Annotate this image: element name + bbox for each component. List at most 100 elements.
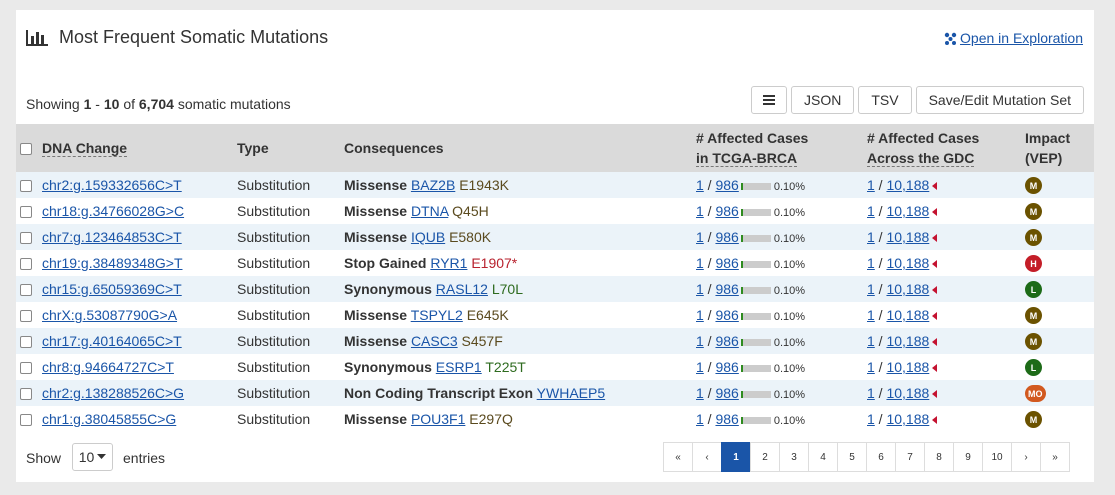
total-cases-link[interactable]: 986 — [715, 333, 738, 349]
gene-link[interactable]: TSPYL2 — [411, 307, 463, 323]
dna-change-link[interactable]: chr1:g.38045855C>G — [42, 411, 176, 427]
first-page-button[interactable]: « — [663, 442, 693, 472]
next-page-button[interactable]: › — [1011, 442, 1041, 472]
gdc-cases-link[interactable]: 1 — [867, 307, 875, 323]
column-dna-change[interactable]: DNA Change — [42, 140, 128, 157]
total-cases-link[interactable]: 986 — [715, 281, 738, 297]
row-checkbox[interactable] — [20, 414, 32, 427]
expand-triangle-icon[interactable] — [932, 208, 938, 217]
gdc-total-link[interactable]: 10,188 — [886, 333, 929, 349]
page-8-button[interactable]: 8 — [924, 442, 954, 472]
total-cases-link[interactable]: 986 — [715, 203, 738, 219]
gdc-total-link[interactable]: 10,188 — [886, 385, 929, 401]
affected-cases-link[interactable]: 1 — [696, 255, 704, 271]
affected-cases-link[interactable]: 1 — [696, 307, 704, 323]
page-4-button[interactable]: 4 — [808, 442, 838, 472]
expand-triangle-icon[interactable] — [932, 286, 938, 295]
expand-triangle-icon[interactable] — [932, 338, 938, 347]
gene-link[interactable]: IQUB — [411, 229, 445, 245]
gdc-total-link[interactable]: 10,188 — [886, 359, 929, 375]
dna-change-link[interactable]: chr2:g.138288526C>G — [42, 385, 184, 401]
total-cases-link[interactable]: 986 — [715, 359, 738, 375]
gdc-cases-link[interactable]: 1 — [867, 359, 875, 375]
row-checkbox[interactable] — [20, 310, 32, 323]
total-cases-link[interactable]: 986 — [715, 411, 738, 427]
page-9-button[interactable]: 9 — [953, 442, 983, 472]
affected-cases-link[interactable]: 1 — [696, 333, 704, 349]
total-cases-link[interactable]: 986 — [715, 307, 738, 323]
column-menu-button[interactable] — [751, 86, 787, 114]
gene-link[interactable]: POU3F1 — [411, 411, 465, 427]
expand-triangle-icon[interactable] — [932, 390, 938, 399]
page-7-button[interactable]: 7 — [895, 442, 925, 472]
dna-change-link[interactable]: chr8:g.94664727C>T — [42, 359, 174, 375]
tsv-button[interactable]: TSV — [858, 86, 912, 114]
page-5-button[interactable]: 5 — [837, 442, 867, 472]
total-cases-link[interactable]: 986 — [715, 255, 738, 271]
gdc-total-link[interactable]: 10,188 — [886, 255, 929, 271]
gdc-total-link[interactable]: 10,188 — [886, 281, 929, 297]
dna-change-link[interactable]: chrX:g.53087790G>A — [42, 307, 177, 323]
affected-cases-link[interactable]: 1 — [696, 229, 704, 245]
select-all-checkbox[interactable] — [20, 143, 32, 156]
page-10-button[interactable]: 10 — [982, 442, 1012, 472]
expand-triangle-icon[interactable] — [932, 364, 938, 373]
affected-cases-link[interactable]: 1 — [696, 411, 704, 427]
page-2-button[interactable]: 2 — [750, 442, 780, 472]
affected-cases-link[interactable]: 1 — [696, 203, 704, 219]
affected-cases-link[interactable]: 1 — [696, 359, 704, 375]
gdc-cases-link[interactable]: 1 — [867, 203, 875, 219]
expand-triangle-icon[interactable] — [932, 182, 938, 191]
gene-link[interactable]: RYR1 — [430, 255, 467, 271]
last-page-button[interactable]: » — [1040, 442, 1070, 472]
gene-link[interactable]: CASC3 — [411, 333, 458, 349]
gdc-cases-link[interactable]: 1 — [867, 333, 875, 349]
gdc-total-link[interactable]: 10,188 — [886, 307, 929, 323]
affected-cases-link[interactable]: 1 — [696, 385, 704, 401]
gene-link[interactable]: DTNA — [411, 203, 448, 219]
row-checkbox[interactable] — [20, 232, 32, 245]
gene-link[interactable]: RASL12 — [436, 281, 488, 297]
total-cases-link[interactable]: 986 — [715, 229, 738, 245]
row-checkbox[interactable] — [20, 336, 32, 349]
gdc-total-link[interactable]: 10,188 — [886, 229, 929, 245]
gdc-total-link[interactable]: 10,188 — [886, 177, 929, 193]
column-affected-cases[interactable]: # Affected Cases in TCGA-BRCA — [696, 124, 867, 172]
save-mutation-set-button[interactable]: Save/Edit Mutation Set — [915, 86, 1084, 114]
gene-link[interactable]: BAZ2B — [411, 177, 455, 193]
gdc-cases-link[interactable]: 1 — [867, 385, 875, 401]
row-checkbox[interactable] — [20, 284, 32, 297]
open-in-exploration-link[interactable]: Open in Exploration — [944, 30, 1083, 46]
dna-change-link[interactable]: chr17:g.40164065C>T — [42, 333, 182, 349]
expand-triangle-icon[interactable] — [932, 312, 938, 321]
gdc-cases-link[interactable]: 1 — [867, 177, 875, 193]
gdc-total-link[interactable]: 10,188 — [886, 203, 929, 219]
gdc-cases-link[interactable]: 1 — [867, 411, 875, 427]
gdc-cases-link[interactable]: 1 — [867, 229, 875, 245]
gdc-total-link[interactable]: 10,188 — [886, 411, 929, 427]
row-checkbox[interactable] — [20, 362, 32, 375]
column-affected-across-gdc[interactable]: # Affected Cases Across the GDC — [867, 124, 1025, 172]
row-checkbox[interactable] — [20, 206, 32, 219]
gene-link[interactable]: ESRP1 — [436, 359, 482, 375]
total-cases-link[interactable]: 986 — [715, 177, 738, 193]
affected-cases-link[interactable]: 1 — [696, 177, 704, 193]
entries-per-page-select[interactable]: 10 — [72, 443, 113, 471]
total-cases-link[interactable]: 986 — [715, 385, 738, 401]
json-button[interactable]: JSON — [791, 86, 855, 114]
expand-triangle-icon[interactable] — [932, 416, 938, 425]
expand-triangle-icon[interactable] — [932, 234, 938, 243]
dna-change-link[interactable]: chr15:g.65059369C>T — [42, 281, 182, 297]
affected-cases-link[interactable]: 1 — [696, 281, 704, 297]
prev-page-button[interactable]: ‹ — [692, 442, 722, 472]
dna-change-link[interactable]: chr2:g.159332656C>T — [42, 177, 182, 193]
page-3-button[interactable]: 3 — [779, 442, 809, 472]
dna-change-link[interactable]: chr7:g.123464853C>T — [42, 229, 182, 245]
expand-triangle-icon[interactable] — [932, 260, 938, 269]
gdc-cases-link[interactable]: 1 — [867, 281, 875, 297]
row-checkbox[interactable] — [20, 258, 32, 271]
row-checkbox[interactable] — [20, 180, 32, 193]
gdc-cases-link[interactable]: 1 — [867, 255, 875, 271]
dna-change-link[interactable]: chr18:g.34766028G>C — [42, 203, 184, 219]
gene-link[interactable]: YWHAEP5 — [537, 385, 605, 401]
